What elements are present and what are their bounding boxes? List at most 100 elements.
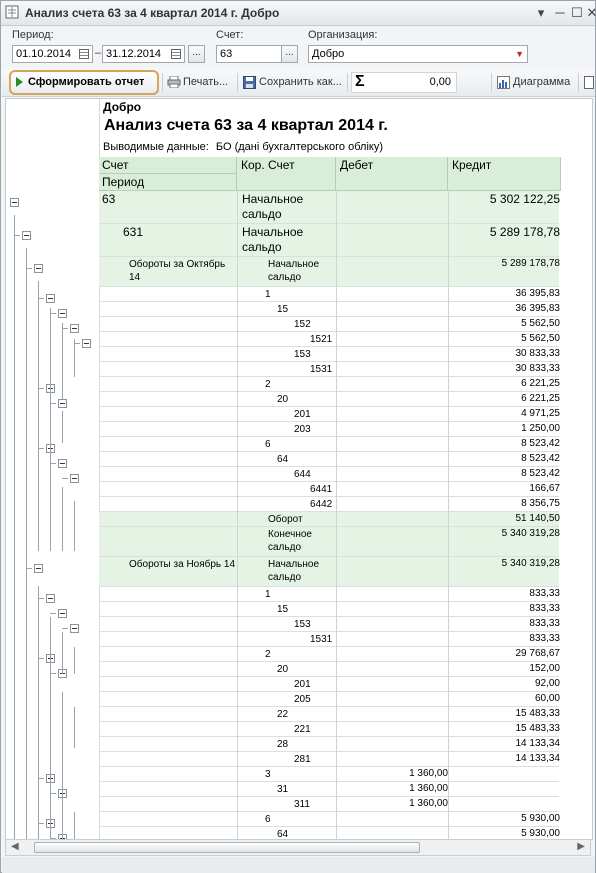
column-divider bbox=[237, 782, 238, 797]
collapse-toggle-icon[interactable] bbox=[70, 324, 79, 333]
column-divider bbox=[448, 497, 449, 512]
row-corr-account: 6 bbox=[265, 814, 271, 825]
table-row[interactable]: 15 36 395,83 bbox=[99, 302, 560, 317]
horizontal-scrollbar[interactable]: ◀ ▶ bbox=[5, 839, 591, 856]
table-row[interactable]: 1531 833,33 bbox=[99, 632, 560, 647]
table-row[interactable]: Конечное сальдо 5 340 319,28 bbox=[99, 527, 560, 557]
close-icon[interactable]: ✕ bbox=[584, 5, 596, 21]
table-row[interactable]: 6442 8 356,75 bbox=[99, 497, 560, 512]
table-row[interactable]: Обороты за Ноябрь 14 Начальное сальдо 5 34… bbox=[99, 557, 560, 587]
collapse-toggle-icon[interactable] bbox=[22, 231, 31, 240]
print-button[interactable]: Печать... bbox=[183, 76, 228, 88]
table-row[interactable]: 153 30 833,33 bbox=[99, 347, 560, 362]
scroll-left-icon[interactable]: ◀ bbox=[11, 841, 19, 852]
collapse-toggle-icon[interactable] bbox=[58, 459, 67, 468]
collapse-toggle-icon[interactable] bbox=[82, 339, 91, 348]
report-window: Анализ счета 63 за 4 квартал 2014 г. Доб… bbox=[0, 0, 596, 873]
collapse-toggle-icon[interactable] bbox=[34, 264, 43, 273]
row-credit: 5 340 319,28 bbox=[501, 558, 560, 569]
table-row[interactable]: 3 1 360,00 bbox=[99, 767, 559, 782]
table-row[interactable]: 153 833,33 bbox=[99, 617, 560, 632]
column-divider bbox=[237, 662, 238, 677]
collapse-toggle-icon[interactable] bbox=[70, 624, 79, 633]
table-row[interactable]: 31 1 360,00 bbox=[99, 782, 559, 797]
collapse-toggle-icon[interactable] bbox=[58, 309, 67, 318]
column-divider bbox=[237, 767, 238, 782]
table-row[interactable]: 28 14 133,34 bbox=[99, 737, 560, 752]
row-credit: 8 523,42 bbox=[521, 438, 560, 449]
tree-guide bbox=[74, 707, 75, 748]
table-row[interactable]: 6 5 930,00 bbox=[99, 812, 560, 827]
table-row[interactable]: Обороты за Октябрь 14 Начальное сальдо 5 2… bbox=[99, 257, 560, 287]
table-row[interactable]: 1521 5 562,50 bbox=[99, 332, 560, 347]
account-field[interactable]: 63 bbox=[216, 45, 282, 63]
date-from-field[interactable]: 01.10.2014 bbox=[12, 45, 93, 63]
table-row[interactable]: 20 6 221,25 bbox=[99, 392, 560, 407]
collapse-toggle-icon[interactable] bbox=[58, 399, 67, 408]
column-divider bbox=[237, 812, 238, 827]
table-row[interactable]: Оборот 51 140,50 bbox=[99, 512, 560, 527]
table-row[interactable]: 6441 166,67 bbox=[99, 482, 560, 497]
collapse-toggle-icon[interactable] bbox=[46, 294, 55, 303]
table-row[interactable]: 311 1 360,00 bbox=[99, 797, 559, 812]
table-row[interactable]: 2 6 221,25 bbox=[99, 377, 560, 392]
row-debit: 1 360,00 bbox=[409, 783, 448, 794]
row-credit: 833,33 bbox=[529, 588, 560, 599]
table-row[interactable]: 201 4 971,25 bbox=[99, 407, 560, 422]
table-row[interactable]: 1 833,33 bbox=[99, 587, 560, 602]
collapse-toggle-icon[interactable] bbox=[58, 609, 67, 618]
row-credit: 5 562,50 bbox=[521, 318, 560, 329]
column-divider bbox=[237, 482, 238, 497]
minimize-icon[interactable]: ─ bbox=[552, 5, 568, 21]
table-row[interactable]: 152 5 562,50 bbox=[99, 317, 560, 332]
calendar-icon[interactable] bbox=[171, 49, 181, 59]
collapse-toggle-icon[interactable] bbox=[10, 198, 19, 207]
header-period: Период bbox=[99, 174, 237, 191]
date-to-field[interactable]: 31.12.2014 bbox=[102, 45, 185, 63]
table-row[interactable]: 1531 30 833,33 bbox=[99, 362, 560, 377]
scroll-thumb[interactable] bbox=[34, 842, 420, 853]
window-menu-icon[interactable]: ▾ bbox=[533, 5, 549, 21]
account-select-button[interactable]: ... bbox=[281, 45, 298, 63]
row-credit: 6 221,25 bbox=[521, 393, 560, 404]
table-row[interactable]: 205 60,00 bbox=[99, 692, 560, 707]
more-icon[interactable] bbox=[584, 76, 594, 89]
date-to-value: 31.12.2014 bbox=[106, 48, 162, 60]
collapse-toggle-icon[interactable] bbox=[46, 594, 55, 603]
table-row[interactable]: 281 14 133,34 bbox=[99, 752, 560, 767]
column-divider bbox=[336, 257, 337, 287]
table-row[interactable]: 20 152,00 bbox=[99, 662, 560, 677]
table-row[interactable]: 644 8 523,42 bbox=[99, 467, 560, 482]
table-row[interactable]: 2 29 768,67 bbox=[99, 647, 560, 662]
collapse-toggle-icon[interactable] bbox=[70, 474, 79, 483]
row-corr-account: 1 bbox=[265, 289, 271, 300]
period-select-button[interactable]: ... bbox=[188, 45, 205, 63]
column-divider bbox=[336, 407, 337, 422]
scroll-right-icon[interactable]: ▶ bbox=[577, 841, 585, 852]
collapse-toggle-icon[interactable] bbox=[34, 564, 43, 573]
table-row[interactable]: 1 36 395,83 bbox=[99, 287, 560, 302]
table-row[interactable]: 63 Начальное сальдо 5 302 122,25 bbox=[99, 191, 560, 224]
table-row[interactable]: 64 8 523,42 bbox=[99, 452, 560, 467]
organization-label: Организация: bbox=[308, 29, 378, 41]
chart-button[interactable]: Диаграмма bbox=[513, 76, 570, 88]
table-row[interactable]: 201 92,00 bbox=[99, 677, 560, 692]
table-row[interactable]: 203 1 250,00 bbox=[99, 422, 560, 437]
report-area[interactable]: Добро Анализ счета 63 за 4 квартал 2014 … bbox=[5, 98, 593, 840]
column-divider bbox=[237, 437, 238, 452]
table-row[interactable]: 22 15 483,33 bbox=[99, 707, 560, 722]
column-divider bbox=[448, 767, 449, 782]
calendar-icon[interactable] bbox=[79, 49, 89, 59]
table-row[interactable]: 6 8 523,42 bbox=[99, 437, 560, 452]
maximize-icon[interactable]: ☐ bbox=[569, 5, 585, 21]
organization-field[interactable]: Добро ▼ bbox=[308, 45, 528, 63]
table-row[interactable]: 221 15 483,33 bbox=[99, 722, 560, 737]
generate-report-button[interactable]: Сформировать отчет bbox=[9, 70, 159, 95]
column-divider bbox=[237, 332, 238, 347]
table-row[interactable]: 631 Начальное сальдо 5 289 178,78 bbox=[99, 224, 560, 257]
column-divider bbox=[336, 362, 337, 377]
tree-guide bbox=[50, 308, 51, 399]
table-row[interactable]: 15 833,33 bbox=[99, 602, 560, 617]
dropdown-arrow-icon[interactable]: ▼ bbox=[515, 46, 524, 62]
save-as-button[interactable]: Сохранить как... bbox=[259, 76, 342, 88]
